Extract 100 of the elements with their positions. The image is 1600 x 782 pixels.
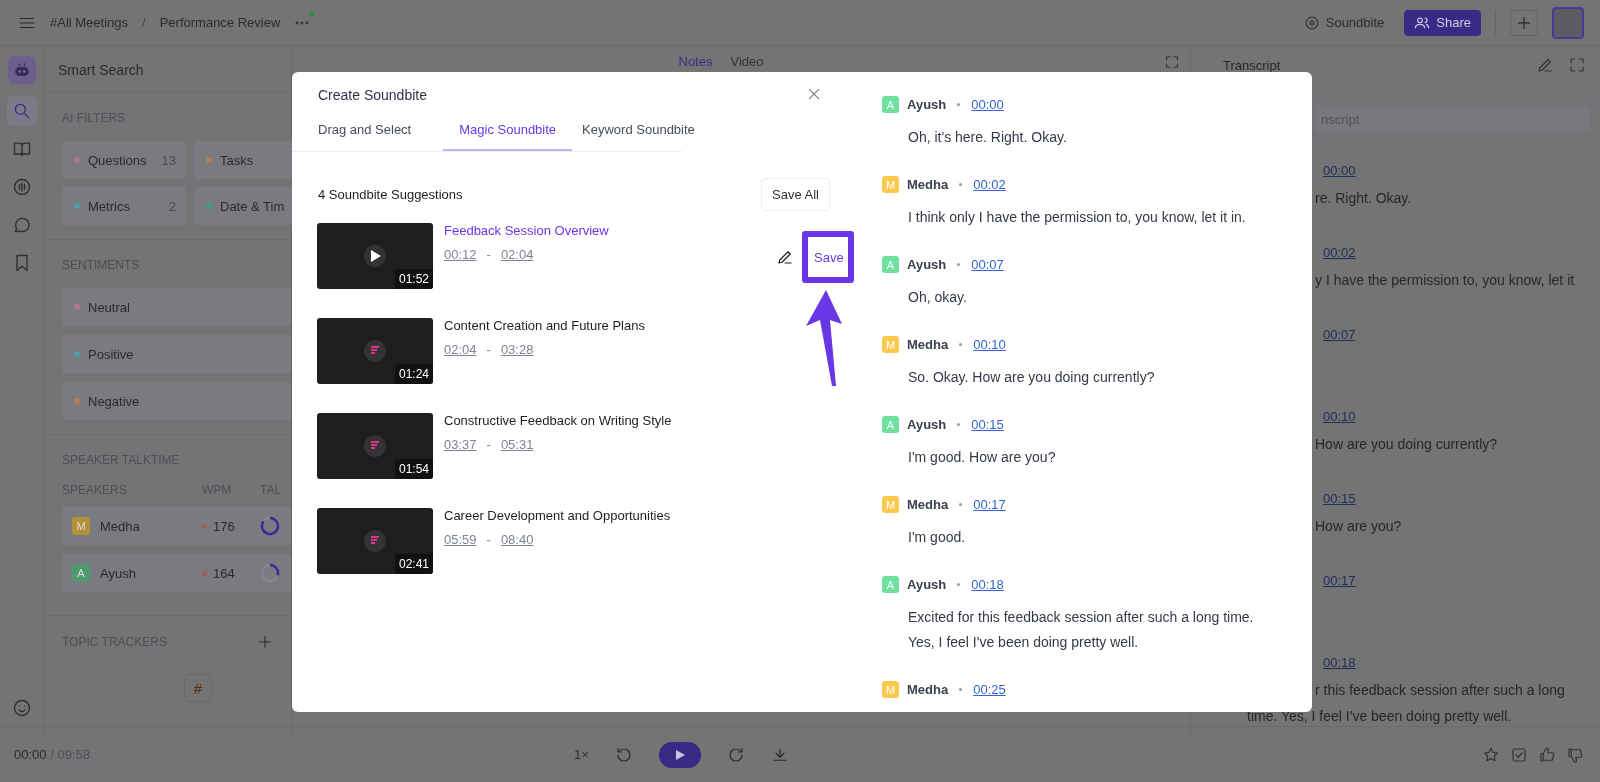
video-thumbnail[interactable]: 01:24 <box>317 318 433 384</box>
speaker-avatar: A <box>882 576 899 593</box>
timestamp-link[interactable]: 00:25 <box>973 682 1006 697</box>
save-button[interactable]: Save <box>802 231 854 283</box>
transcript-text: y I have the permission to, you know, let it <box>1315 272 1576 288</box>
timestamp-link[interactable]: 00:02 <box>973 177 1006 192</box>
star-icon[interactable] <box>1482 745 1500 764</box>
thumbs-down-icon[interactable] <box>1566 745 1584 764</box>
share-button[interactable]: Share <box>1404 9 1481 36</box>
transcript-text: re. Right. Okay. <box>1315 190 1413 206</box>
timestamp-link[interactable]: 00:15 <box>1323 491 1356 506</box>
soundbite-button[interactable]: Soundbite <box>1297 10 1391 35</box>
suggestion-title[interactable]: Career Development and Opportunities <box>444 508 671 523</box>
range-dash: - <box>486 437 491 452</box>
duration-badge: 02:41 <box>394 554 433 574</box>
speaker-avatar: M <box>882 336 899 353</box>
thumbs-up-icon[interactable] <box>1538 745 1556 764</box>
speaker-avatar: A <box>882 256 899 273</box>
hashtag-button[interactable]: # <box>184 674 212 702</box>
timestamp-link[interactable]: 00:02 <box>1323 245 1356 260</box>
filter-chip[interactable]: Negative <box>62 382 291 420</box>
range-dash: - <box>486 342 491 357</box>
start-time-link[interactable]: 03:37 <box>444 437 477 452</box>
play-icon <box>368 249 382 263</box>
edit-icon[interactable] <box>776 248 794 266</box>
soundbite-tab[interactable]: Magic Soundbite <box>443 122 573 151</box>
speaker-row[interactable]: M Medha 176 <box>62 507 291 545</box>
forward-icon[interactable] <box>726 745 745 764</box>
start-time-link[interactable]: 00:12 <box>444 247 477 262</box>
end-time-link[interactable]: 08:40 <box>500 532 534 547</box>
range-dash: - <box>486 247 491 262</box>
avatar-photo-placeholder[interactable] <box>1552 6 1584 39</box>
timestamp-link[interactable]: 00:10 <box>1323 409 1356 424</box>
rate-dot <box>202 570 207 576</box>
speaker-name: Medha <box>907 337 949 352</box>
duration-badge: 01:52 <box>394 269 433 289</box>
range-dash: - <box>486 532 491 547</box>
elapsed-time: 00:00 <box>14 747 47 762</box>
suggestion-title[interactable]: Constructive Feedback on Writing Style <box>444 413 672 428</box>
speaker-avatar: A <box>72 564 90 582</box>
speaker-avatar: M <box>72 517 90 535</box>
fullscreen-icon[interactable] <box>1568 56 1586 74</box>
speaker-name: Ayush <box>907 577 947 592</box>
timestamp-link[interactable]: 00:17 <box>973 497 1006 512</box>
checkbox-icon[interactable] <box>1510 745 1528 764</box>
timestamp-link[interactable]: 00:00 <box>1323 163 1356 178</box>
smiley-icon[interactable] <box>11 698 32 718</box>
timestamp-link[interactable]: 00:07 <box>971 257 1004 272</box>
speaker-avatar: M <box>882 681 899 698</box>
timestamp-link[interactable]: 00:18 <box>971 577 1004 592</box>
video-thumbnail[interactable]: 01:54 <box>317 413 433 479</box>
filter-chip[interactable]: Neutral <box>62 288 291 326</box>
panel-title: Transcript <box>1223 57 1281 73</box>
timestamp-link[interactable]: 00:07 <box>1323 327 1356 342</box>
duration-badge: 01:24 <box>394 364 433 384</box>
transcript-text: How are you? <box>1315 518 1403 534</box>
speaker-avatar: A <box>882 96 899 113</box>
timestamp-link[interactable]: 00:10 <box>973 337 1006 352</box>
logo-icon <box>370 536 380 546</box>
video-thumbnail[interactable]: 02:41 <box>317 508 433 574</box>
fullscreen-icon[interactable] <box>1164 54 1180 70</box>
timestamp-link[interactable]: 00:17 <box>1323 573 1356 588</box>
transcript-text: Oh, it's here. Right. Okay. <box>908 128 1068 147</box>
transcript-text: I'm good. <box>908 528 967 547</box>
video-thumbnail[interactable]: 01:52 <box>317 223 433 289</box>
suggestion-title[interactable]: Feedback Session Overview <box>444 223 609 238</box>
end-time-link[interactable]: 05:31 <box>500 437 534 452</box>
start-time-link[interactable]: 02:04 <box>444 342 477 357</box>
save-all-button[interactable]: Save All <box>761 178 830 211</box>
play-icon <box>673 748 686 761</box>
breadcrumb-link[interactable]: #All Meetings <box>50 15 129 30</box>
search-icon[interactable] <box>6 96 37 126</box>
talktime-ring <box>260 563 280 583</box>
timestamp-link[interactable]: 00:00 <box>971 97 1004 112</box>
logo-icon <box>370 441 380 451</box>
rate-dot <box>202 523 207 529</box>
suggestion-title[interactable]: Content Creation and Future Plans <box>444 318 645 333</box>
start-time-link[interactable]: 05:59 <box>444 532 477 547</box>
duration-badge: 01:54 <box>394 459 433 479</box>
view-tab[interactable]: Video <box>728 52 766 74</box>
add-button[interactable] <box>1510 9 1538 36</box>
end-time-link[interactable]: 02:04 <box>500 247 534 262</box>
add-icon[interactable] <box>257 634 273 650</box>
play-button[interactable] <box>658 741 701 768</box>
people-icon <box>1414 14 1431 31</box>
status-dot <box>309 11 315 17</box>
transcript-text: How are you doing currently? <box>1315 436 1499 452</box>
transcript-text: Oh, okay. <box>908 288 968 307</box>
speaker-name: Ayush <box>907 417 947 432</box>
playback-speed-button[interactable]: 1× <box>574 747 589 762</box>
end-time-link[interactable]: 03:28 <box>500 342 534 357</box>
rewind-icon[interactable] <box>614 745 633 764</box>
soundbite-tab[interactable]: Keyword Soundbite <box>572 122 705 151</box>
timestamp-link[interactable]: 00:18 <box>1323 655 1356 670</box>
filter-chip[interactable]: Positive <box>62 335 291 373</box>
speaker-name: Medha <box>907 177 949 192</box>
transcript-text: r this feedback session after such a long <box>1315 682 1566 698</box>
modal-title: Create Soundbite <box>318 87 427 103</box>
speaker-row[interactable]: A Ayush 164 <box>62 554 291 592</box>
timestamp-link[interactable]: 00:15 <box>971 417 1004 432</box>
